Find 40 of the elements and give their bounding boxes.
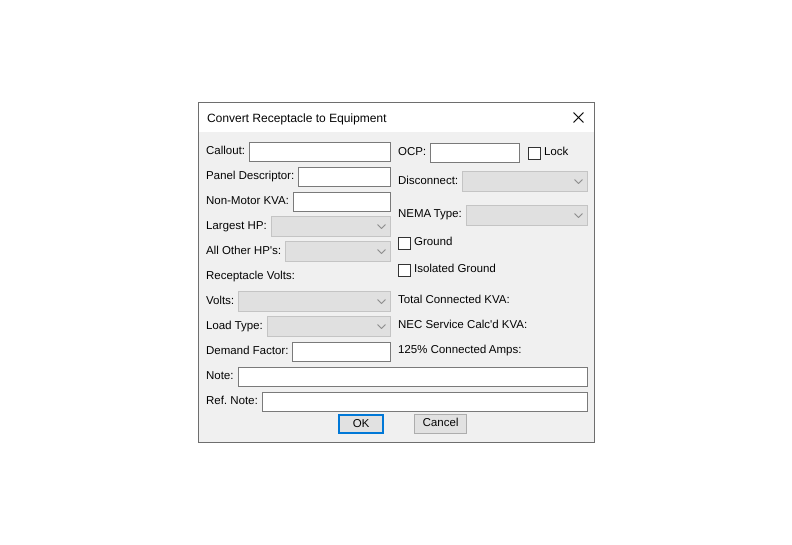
field-label: Receptacle Volts: xyxy=(206,268,295,284)
field-label: Demand Factor: xyxy=(206,344,288,359)
field-label: Disconnect: xyxy=(398,174,458,189)
input-field[interactable] xyxy=(430,143,520,163)
caret-icon xyxy=(574,179,583,184)
caret-icon xyxy=(377,324,386,329)
caret-icon xyxy=(377,224,386,229)
field-label: Volts: xyxy=(206,294,234,309)
checkbox-label: Isolated Ground xyxy=(414,262,496,278)
field-label: Note: xyxy=(206,368,234,384)
input-field[interactable] xyxy=(292,192,391,212)
caret-icon xyxy=(574,212,583,218)
checkbox-label: Ground xyxy=(414,235,452,250)
input-field[interactable] xyxy=(298,166,391,186)
close-icon[interactable] xyxy=(573,112,584,123)
field-label: NEMA Type: xyxy=(398,207,462,222)
field-label: Panel Descriptor: xyxy=(206,168,294,184)
field-label: Largest HP: xyxy=(206,218,267,234)
checkbox[interactable] xyxy=(398,264,411,276)
input-field[interactable] xyxy=(292,342,391,362)
field-label: NEC Service Calc'd KVA: xyxy=(398,318,528,333)
field-label: Load Type: xyxy=(206,318,263,334)
field-label: All Other HP's: xyxy=(206,244,282,259)
cancel-button[interactable]: Cancel xyxy=(414,414,467,434)
ok-button[interactable]: OK xyxy=(338,414,384,434)
input-field[interactable] xyxy=(249,142,391,162)
field-label: OCP: xyxy=(398,145,426,160)
checkbox[interactable] xyxy=(398,236,411,250)
checkbox[interactable] xyxy=(528,146,541,160)
field-label: Non-Motor KVA: xyxy=(206,194,289,209)
input-field[interactable] xyxy=(262,392,588,412)
field-label: Callout: xyxy=(206,144,245,159)
window-title: Convert Receptacle to Equipment xyxy=(207,110,386,126)
field-label: Ref. Note: xyxy=(206,394,258,409)
field-label: Total Connected KVA: xyxy=(398,292,510,308)
input-field[interactable] xyxy=(238,366,588,386)
checkbox-label: Lock xyxy=(544,145,568,160)
field-label: 125% Connected Amps: xyxy=(398,342,522,358)
caret-icon xyxy=(377,299,386,304)
caret-icon xyxy=(377,249,386,254)
